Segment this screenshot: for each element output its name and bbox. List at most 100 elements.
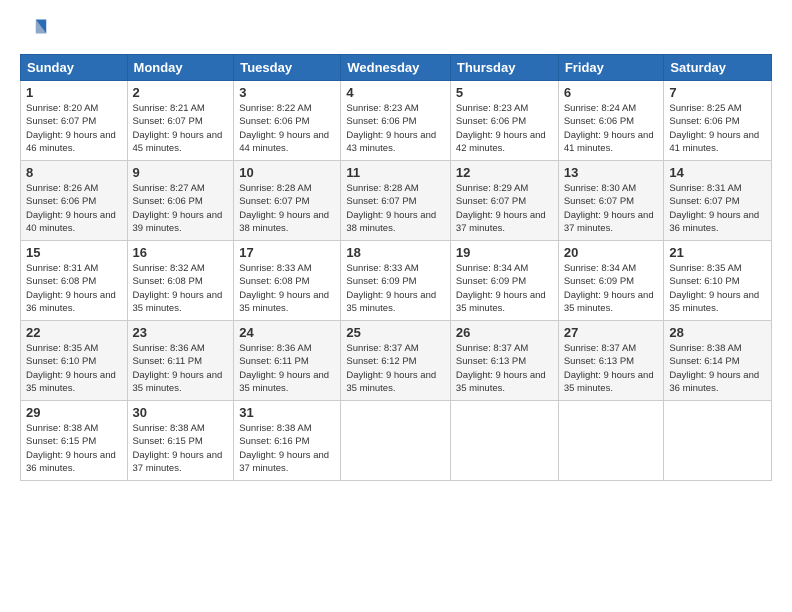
day-content: Sunrise: 8:33 AMSunset: 6:09 PMDaylight:… [346, 263, 436, 314]
day-number: 20 [564, 245, 659, 260]
day-content: Sunrise: 8:31 AMSunset: 6:07 PMDaylight:… [669, 183, 759, 234]
weekday-header: Friday [558, 55, 664, 81]
calendar-cell: 1 Sunrise: 8:20 AMSunset: 6:07 PMDayligh… [21, 81, 128, 161]
calendar-week-row: 15 Sunrise: 8:31 AMSunset: 6:08 PMDaylig… [21, 241, 772, 321]
day-content: Sunrise: 8:28 AMSunset: 6:07 PMDaylight:… [239, 183, 329, 234]
calendar-cell: 8 Sunrise: 8:26 AMSunset: 6:06 PMDayligh… [21, 161, 128, 241]
day-content: Sunrise: 8:29 AMSunset: 6:07 PMDaylight:… [456, 183, 546, 234]
day-number: 5 [456, 85, 553, 100]
calendar-cell [558, 401, 664, 481]
calendar-cell: 3 Sunrise: 8:22 AMSunset: 6:06 PMDayligh… [234, 81, 341, 161]
day-content: Sunrise: 8:34 AMSunset: 6:09 PMDaylight:… [456, 263, 546, 314]
calendar-cell: 30 Sunrise: 8:38 AMSunset: 6:15 PMDaylig… [127, 401, 234, 481]
day-number: 12 [456, 165, 553, 180]
page: SundayMondayTuesdayWednesdayThursdayFrid… [0, 0, 792, 612]
day-content: Sunrise: 8:23 AMSunset: 6:06 PMDaylight:… [456, 103, 546, 154]
day-content: Sunrise: 8:37 AMSunset: 6:12 PMDaylight:… [346, 343, 436, 394]
day-number: 1 [26, 85, 122, 100]
calendar-header-row: SundayMondayTuesdayWednesdayThursdayFrid… [21, 55, 772, 81]
header [20, 16, 772, 44]
day-number: 4 [346, 85, 445, 100]
calendar-cell: 20 Sunrise: 8:34 AMSunset: 6:09 PMDaylig… [558, 241, 664, 321]
day-content: Sunrise: 8:22 AMSunset: 6:06 PMDaylight:… [239, 103, 329, 154]
calendar-cell: 16 Sunrise: 8:32 AMSunset: 6:08 PMDaylig… [127, 241, 234, 321]
day-content: Sunrise: 8:20 AMSunset: 6:07 PMDaylight:… [26, 103, 116, 154]
day-content: Sunrise: 8:36 AMSunset: 6:11 PMDaylight:… [239, 343, 329, 394]
weekday-header: Monday [127, 55, 234, 81]
day-content: Sunrise: 8:37 AMSunset: 6:13 PMDaylight:… [564, 343, 654, 394]
day-number: 7 [669, 85, 766, 100]
calendar-cell: 5 Sunrise: 8:23 AMSunset: 6:06 PMDayligh… [450, 81, 558, 161]
weekday-header: Sunday [21, 55, 128, 81]
logo-icon [20, 16, 48, 44]
day-content: Sunrise: 8:28 AMSunset: 6:07 PMDaylight:… [346, 183, 436, 234]
day-number: 26 [456, 325, 553, 340]
day-content: Sunrise: 8:21 AMSunset: 6:07 PMDaylight:… [133, 103, 223, 154]
calendar-cell: 29 Sunrise: 8:38 AMSunset: 6:15 PMDaylig… [21, 401, 128, 481]
calendar-cell: 7 Sunrise: 8:25 AMSunset: 6:06 PMDayligh… [664, 81, 772, 161]
calendar-cell: 15 Sunrise: 8:31 AMSunset: 6:08 PMDaylig… [21, 241, 128, 321]
logo [20, 16, 52, 44]
day-content: Sunrise: 8:37 AMSunset: 6:13 PMDaylight:… [456, 343, 546, 394]
day-number: 28 [669, 325, 766, 340]
day-content: Sunrise: 8:34 AMSunset: 6:09 PMDaylight:… [564, 263, 654, 314]
day-content: Sunrise: 8:35 AMSunset: 6:10 PMDaylight:… [669, 263, 759, 314]
day-content: Sunrise: 8:26 AMSunset: 6:06 PMDaylight:… [26, 183, 116, 234]
calendar-cell: 12 Sunrise: 8:29 AMSunset: 6:07 PMDaylig… [450, 161, 558, 241]
day-number: 10 [239, 165, 335, 180]
calendar-cell: 17 Sunrise: 8:33 AMSunset: 6:08 PMDaylig… [234, 241, 341, 321]
calendar-cell: 27 Sunrise: 8:37 AMSunset: 6:13 PMDaylig… [558, 321, 664, 401]
day-content: Sunrise: 8:33 AMSunset: 6:08 PMDaylight:… [239, 263, 329, 314]
calendar-cell: 9 Sunrise: 8:27 AMSunset: 6:06 PMDayligh… [127, 161, 234, 241]
calendar-week-row: 22 Sunrise: 8:35 AMSunset: 6:10 PMDaylig… [21, 321, 772, 401]
day-number: 22 [26, 325, 122, 340]
day-number: 25 [346, 325, 445, 340]
calendar-cell [341, 401, 451, 481]
calendar: SundayMondayTuesdayWednesdayThursdayFrid… [20, 54, 772, 481]
calendar-cell: 6 Sunrise: 8:24 AMSunset: 6:06 PMDayligh… [558, 81, 664, 161]
day-number: 13 [564, 165, 659, 180]
calendar-cell: 24 Sunrise: 8:36 AMSunset: 6:11 PMDaylig… [234, 321, 341, 401]
calendar-cell: 4 Sunrise: 8:23 AMSunset: 6:06 PMDayligh… [341, 81, 451, 161]
calendar-cell: 2 Sunrise: 8:21 AMSunset: 6:07 PMDayligh… [127, 81, 234, 161]
day-content: Sunrise: 8:36 AMSunset: 6:11 PMDaylight:… [133, 343, 223, 394]
calendar-cell [450, 401, 558, 481]
day-content: Sunrise: 8:38 AMSunset: 6:15 PMDaylight:… [133, 423, 223, 474]
day-number: 14 [669, 165, 766, 180]
day-number: 18 [346, 245, 445, 260]
day-content: Sunrise: 8:38 AMSunset: 6:14 PMDaylight:… [669, 343, 759, 394]
day-number: 21 [669, 245, 766, 260]
day-content: Sunrise: 8:23 AMSunset: 6:06 PMDaylight:… [346, 103, 436, 154]
calendar-cell: 23 Sunrise: 8:36 AMSunset: 6:11 PMDaylig… [127, 321, 234, 401]
weekday-header: Saturday [664, 55, 772, 81]
day-number: 30 [133, 405, 229, 420]
day-content: Sunrise: 8:30 AMSunset: 6:07 PMDaylight:… [564, 183, 654, 234]
day-number: 11 [346, 165, 445, 180]
day-number: 23 [133, 325, 229, 340]
day-number: 15 [26, 245, 122, 260]
day-number: 31 [239, 405, 335, 420]
calendar-cell: 10 Sunrise: 8:28 AMSunset: 6:07 PMDaylig… [234, 161, 341, 241]
day-content: Sunrise: 8:38 AMSunset: 6:15 PMDaylight:… [26, 423, 116, 474]
day-number: 27 [564, 325, 659, 340]
weekday-header: Tuesday [234, 55, 341, 81]
day-number: 29 [26, 405, 122, 420]
calendar-cell: 31 Sunrise: 8:38 AMSunset: 6:16 PMDaylig… [234, 401, 341, 481]
day-content: Sunrise: 8:25 AMSunset: 6:06 PMDaylight:… [669, 103, 759, 154]
day-number: 17 [239, 245, 335, 260]
day-content: Sunrise: 8:38 AMSunset: 6:16 PMDaylight:… [239, 423, 329, 474]
day-content: Sunrise: 8:32 AMSunset: 6:08 PMDaylight:… [133, 263, 223, 314]
calendar-cell: 22 Sunrise: 8:35 AMSunset: 6:10 PMDaylig… [21, 321, 128, 401]
calendar-week-row: 1 Sunrise: 8:20 AMSunset: 6:07 PMDayligh… [21, 81, 772, 161]
calendar-cell [664, 401, 772, 481]
calendar-cell: 28 Sunrise: 8:38 AMSunset: 6:14 PMDaylig… [664, 321, 772, 401]
day-number: 8 [26, 165, 122, 180]
calendar-cell: 21 Sunrise: 8:35 AMSunset: 6:10 PMDaylig… [664, 241, 772, 321]
day-content: Sunrise: 8:24 AMSunset: 6:06 PMDaylight:… [564, 103, 654, 154]
calendar-cell: 19 Sunrise: 8:34 AMSunset: 6:09 PMDaylig… [450, 241, 558, 321]
calendar-cell: 25 Sunrise: 8:37 AMSunset: 6:12 PMDaylig… [341, 321, 451, 401]
weekday-header: Wednesday [341, 55, 451, 81]
day-number: 16 [133, 245, 229, 260]
calendar-cell: 18 Sunrise: 8:33 AMSunset: 6:09 PMDaylig… [341, 241, 451, 321]
day-number: 6 [564, 85, 659, 100]
